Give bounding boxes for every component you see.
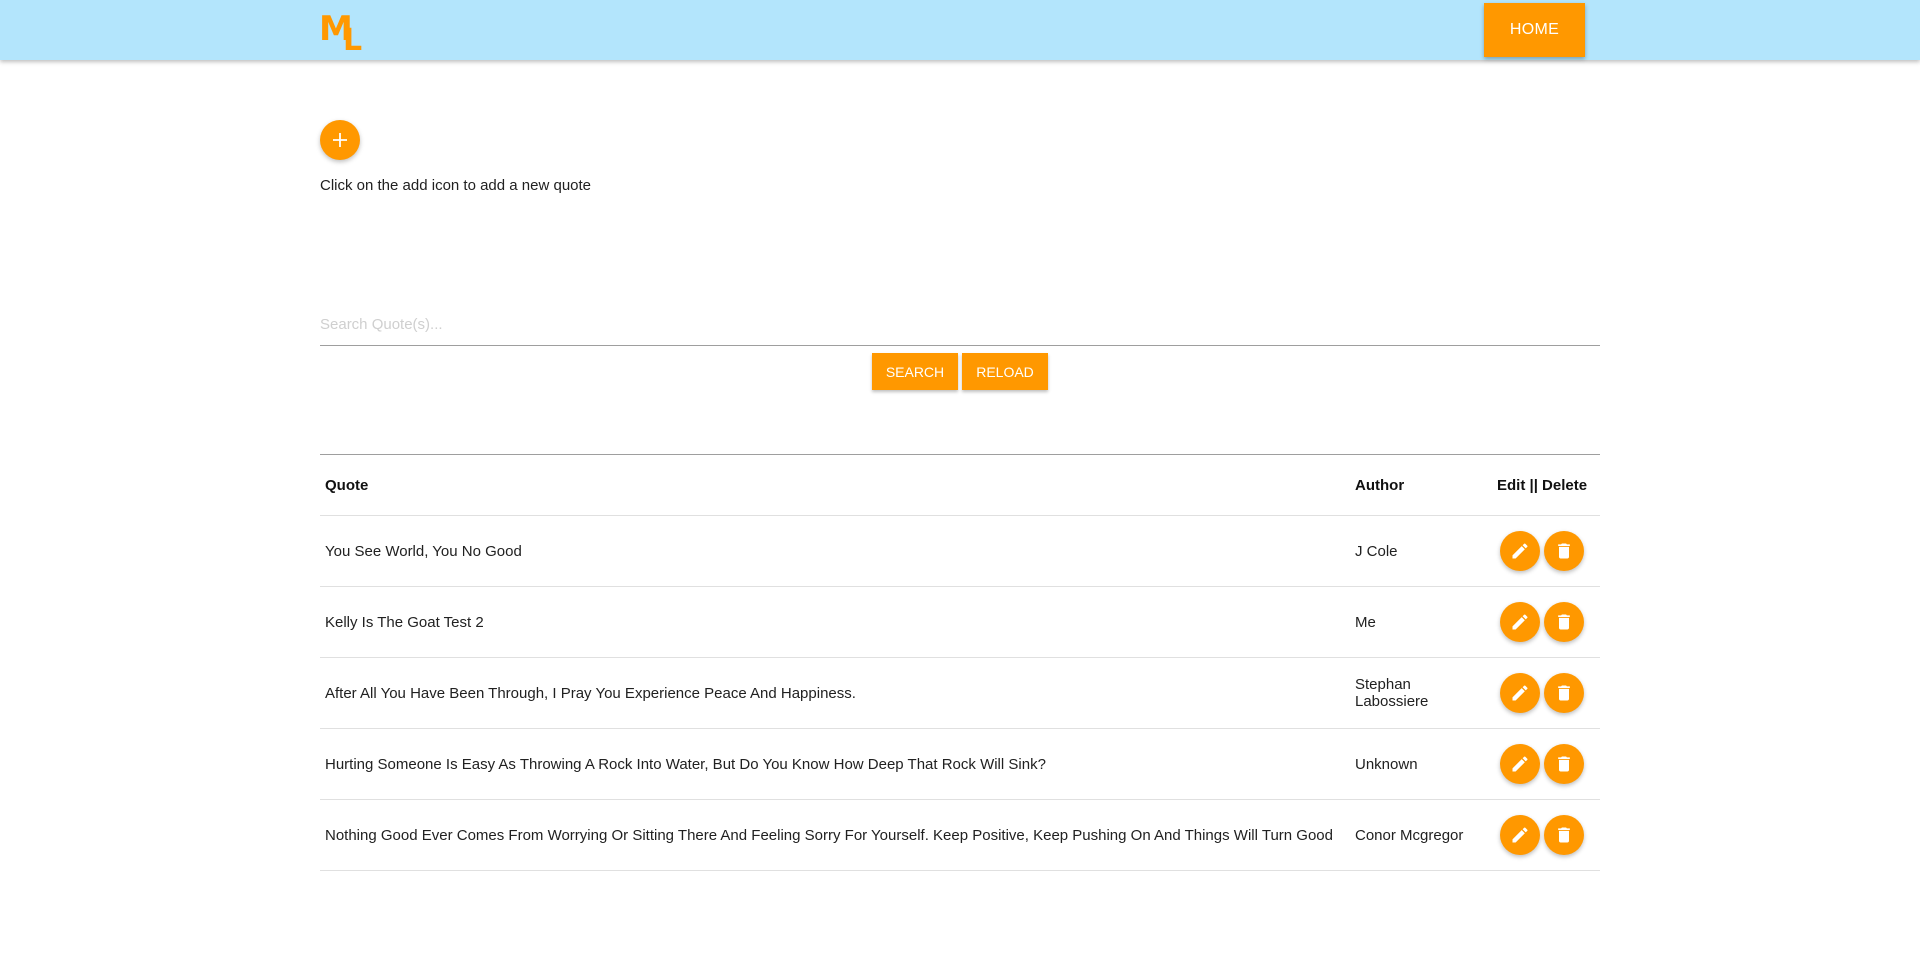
table-row: After All You Have Been Through, I Pray …: [320, 657, 1600, 729]
table-row: Hurting Someone Is Easy As Throwing A Ro…: [320, 728, 1600, 800]
edit-button[interactable]: [1500, 602, 1540, 642]
header-author: Author: [1350, 454, 1492, 516]
trash-icon: [1558, 827, 1570, 843]
quote-cell: Kelly Is The Goat Test 2: [320, 586, 1350, 658]
pencil-icon: [1512, 614, 1528, 630]
trash-icon: [1558, 685, 1570, 701]
plus-icon: [333, 133, 347, 147]
author-cell: Me: [1350, 586, 1492, 658]
quote-cell: You See World, You No Good: [320, 515, 1350, 587]
edit-button[interactable]: [1500, 744, 1540, 784]
quotes-table: Quote Author Edit || Delete You See Worl…: [320, 454, 1600, 871]
edit-button[interactable]: [1500, 531, 1540, 571]
table-row: Nothing Good Ever Comes From Worrying Or…: [320, 799, 1600, 871]
author-cell: Unknown: [1350, 728, 1492, 800]
navbar: M L HOME: [0, 0, 1920, 60]
delete-button[interactable]: [1544, 531, 1584, 571]
delete-button[interactable]: [1544, 744, 1584, 784]
quote-cell: Hurting Someone Is Easy As Throwing A Ro…: [320, 728, 1350, 800]
logo-letter-l: L: [343, 23, 363, 58]
quote-cell: Nothing Good Ever Comes From Worrying Or…: [320, 799, 1350, 871]
quote-cell: After All You Have Been Through, I Pray …: [320, 657, 1350, 729]
actions-cell: [1492, 515, 1600, 587]
table-row: Kelly Is The Goat Test 2 Me: [320, 586, 1600, 658]
edit-button[interactable]: [1500, 673, 1540, 713]
table-header-row: Quote Author Edit || Delete: [320, 454, 1600, 516]
author-cell: J Cole: [1350, 515, 1492, 587]
actions-cell: [1492, 728, 1600, 800]
trash-icon: [1558, 543, 1570, 559]
author-cell: Stephan Labossiere: [1350, 657, 1492, 729]
reload-button[interactable]: RELOAD: [962, 353, 1048, 390]
pencil-icon: [1512, 756, 1528, 772]
header-quote: Quote: [320, 454, 1350, 516]
trash-icon: [1558, 756, 1570, 772]
add-hint-text: Click on the add icon to add a new quote: [320, 177, 592, 194]
edit-button[interactable]: [1500, 815, 1540, 855]
actions-cell: [1492, 657, 1600, 729]
pencil-icon: [1512, 543, 1528, 559]
add-quote-button[interactable]: [320, 120, 360, 160]
search-input[interactable]: [320, 305, 1600, 343]
home-button[interactable]: HOME: [1484, 3, 1585, 57]
header-actions: Edit || Delete: [1492, 454, 1600, 516]
actions-cell: [1492, 799, 1600, 871]
actions-cell: [1492, 586, 1600, 658]
delete-button[interactable]: [1544, 815, 1584, 855]
author-cell: Conor Mcgregor: [1350, 799, 1492, 871]
delete-button[interactable]: [1544, 673, 1584, 713]
search-field: [320, 305, 1600, 346]
pencil-icon: [1512, 685, 1528, 701]
table-row: You See World, You No Good J Cole: [320, 515, 1600, 587]
trash-icon: [1558, 614, 1570, 630]
pencil-icon: [1512, 827, 1528, 843]
search-button[interactable]: SEARCH: [872, 353, 958, 390]
delete-button[interactable]: [1544, 602, 1584, 642]
logo[interactable]: M L: [319, 12, 375, 58]
